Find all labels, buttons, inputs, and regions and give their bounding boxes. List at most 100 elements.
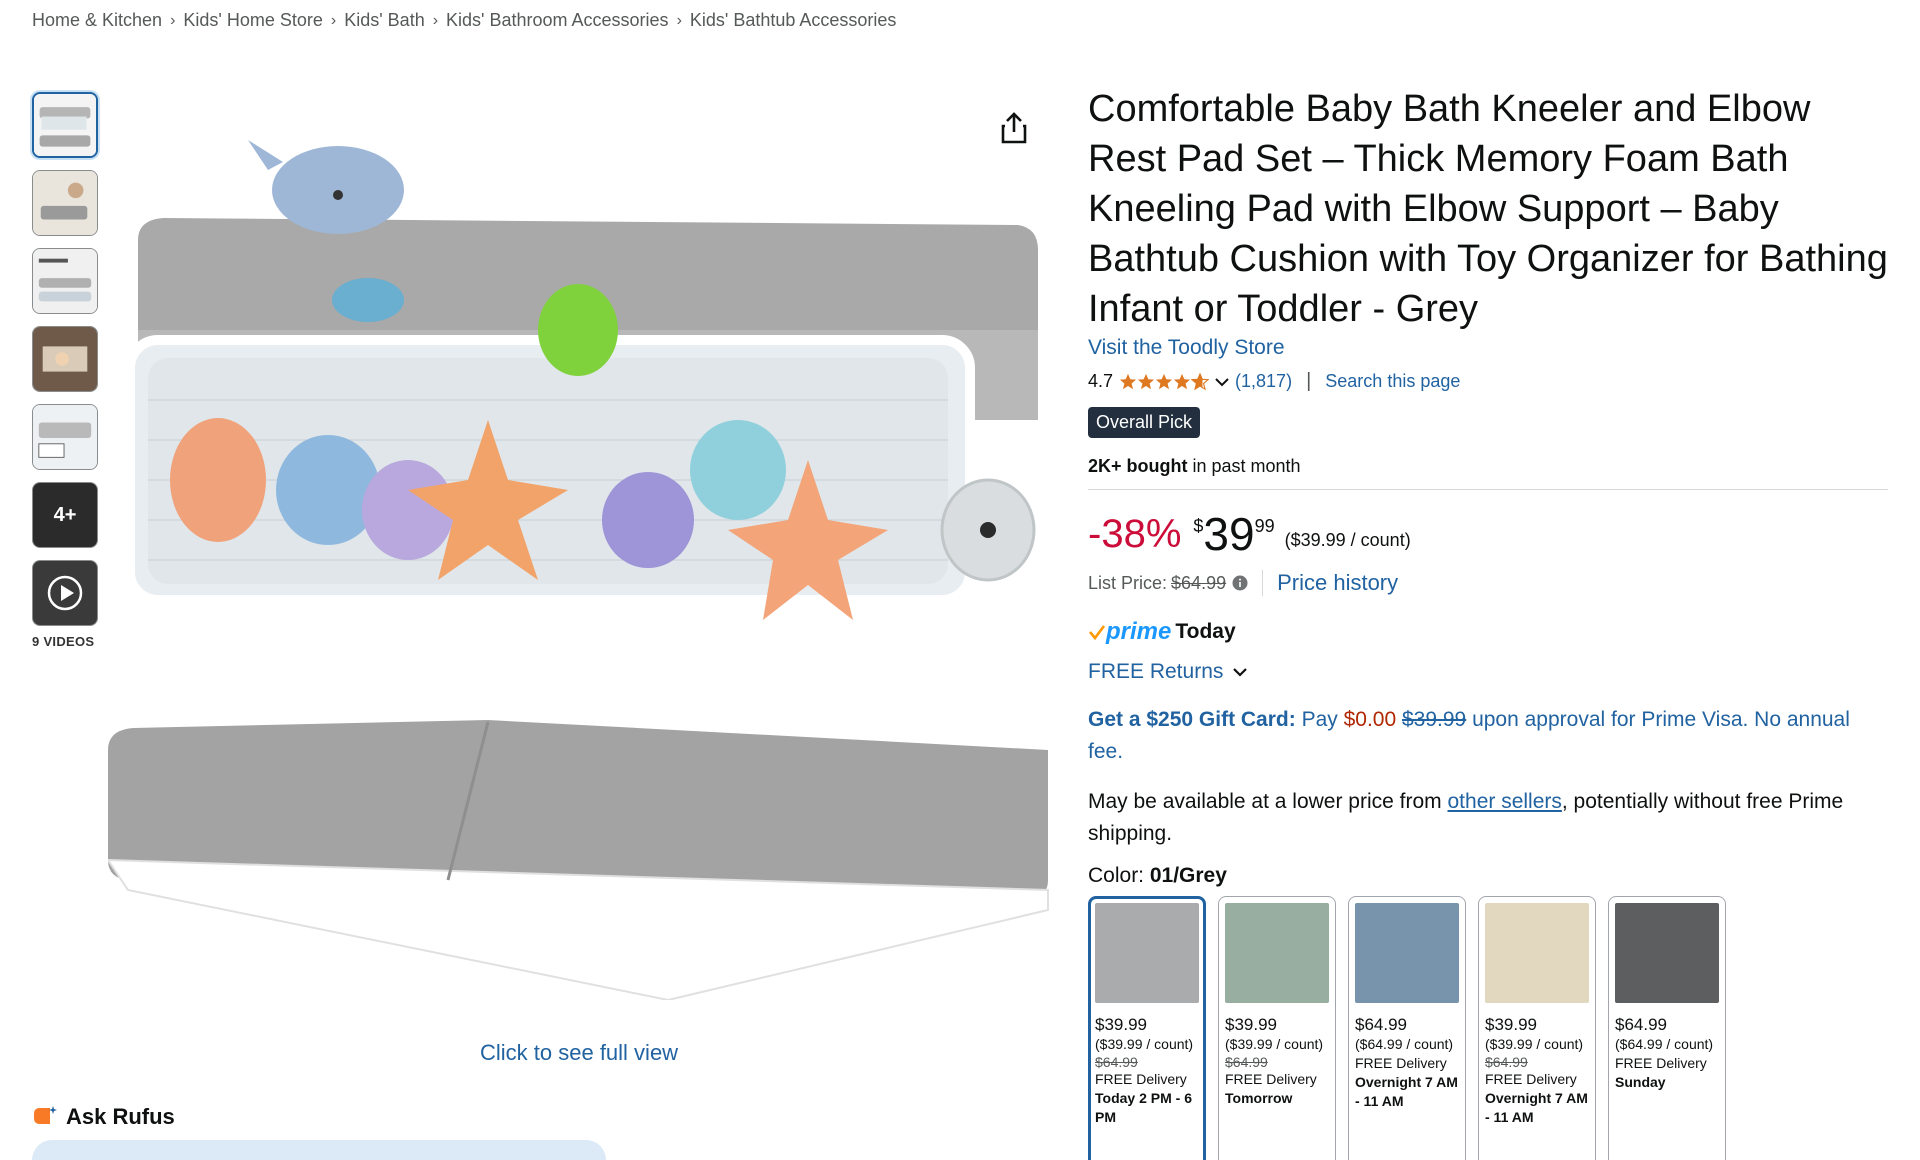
breadcrumb-kids-bath[interactable]: Kids' Bath (344, 10, 424, 31)
color-label-prefix: Color: (1088, 864, 1150, 887)
star-rating[interactable] (1119, 372, 1210, 391)
star-icon (1119, 373, 1137, 389)
price-currency: $ (1193, 516, 1204, 536)
prime-logo-text: prime (1106, 618, 1172, 645)
share-icon[interactable] (996, 110, 1032, 146)
ask-rufus-label: Ask Rufus (66, 1104, 175, 1129)
color-swatch-blue[interactable]: $64.99 ($64.99 / count) FREE Delivery Ov… (1348, 896, 1466, 1160)
free-returns-label: FREE Returns (1088, 660, 1224, 683)
gift-zero-price: $0.00 (1343, 708, 1397, 731)
swatch-delivery-date: Tomorrow (1225, 1090, 1293, 1106)
gift-card-offer[interactable]: Get a $250 Gift Card: Pay $0.00 $39.99 u… (1088, 704, 1888, 768)
videos-count-label: 9 VIDEOS (32, 634, 95, 649)
selected-color-value: 01/Grey (1149, 864, 1227, 887)
ask-rufus[interactable]: Ask Rufus (32, 1104, 175, 1130)
breadcrumb-separator: › (330, 11, 337, 29)
swatch-delivery: FREE Delivery (1095, 1071, 1187, 1087)
thumbnail-image[interactable] (32, 92, 98, 158)
chevron-down-icon (1233, 668, 1248, 677)
swatch-list-price: $64.99 (1485, 1054, 1528, 1070)
swatch-color-chip (1355, 903, 1459, 1003)
unit-price: ($39.99 / count) (1284, 530, 1411, 550)
lower-price-note: May be available at a lower price from o… (1088, 786, 1888, 850)
discount-percentage: -38% (1088, 512, 1182, 556)
swatch-delivery: FREE Delivery (1355, 1055, 1447, 1071)
breadcrumb: Home & Kitchen › Kids' Home Store › Kids… (32, 10, 896, 31)
swatch-delivery-date: Today 2 PM - 6 PM (1095, 1090, 1192, 1125)
swatch-unit-price: ($39.99 / count) (1225, 1036, 1324, 1052)
rating-row: 4.7 (1,817) | Search this page (1088, 370, 1888, 393)
divider: | (1306, 370, 1312, 392)
product-thumbnail-icon (34, 94, 96, 156)
star-icon (1173, 373, 1191, 389)
free-returns-dropdown[interactable]: FREE Returns (1088, 660, 1888, 684)
lifestyle-thumbnail-icon (33, 171, 97, 235)
thumbnail-image[interactable] (32, 326, 98, 392)
rufus-suggestion-bubble[interactable] (32, 1140, 606, 1160)
play-icon (47, 575, 83, 611)
price-fraction: 99 (1254, 516, 1275, 536)
breadcrumb-kids-bathroom-accessories[interactable]: Kids' Bathroom Accessories (446, 10, 669, 31)
swatch-list-price: $64.99 (1225, 1054, 1268, 1070)
half-star-icon (1191, 372, 1210, 390)
price-history-link[interactable]: Price history (1262, 570, 1398, 596)
color-swatch-green[interactable]: $39.99 ($39.99 / count) $64.99 FREE Deli… (1218, 896, 1336, 1160)
product-details: Comfortable Baby Bath Kneeler and Elbow … (1088, 84, 1888, 1160)
breadcrumb-kids-home-store[interactable]: Kids' Home Store (183, 10, 323, 31)
thumbnail-image[interactable] (32, 248, 98, 314)
star-icon (1137, 373, 1155, 389)
prime-delivery-row: prime Today (1088, 618, 1888, 646)
store-link[interactable]: Visit the Toodly Store (1088, 336, 1285, 360)
swatch-color-chip (1485, 903, 1589, 1003)
more-images-label: 4+ (53, 503, 77, 526)
gift-card-heading: Get a $250 Gift Card: (1088, 708, 1296, 731)
swatch-delivery: FREE Delivery (1615, 1055, 1707, 1071)
breadcrumb-separator: › (676, 11, 682, 29)
info-icon[interactable] (1232, 575, 1248, 591)
thumbnail-strip: 4+ 9 VIDEOS (32, 92, 98, 649)
thickness-thumbnail-icon (33, 405, 97, 469)
breadcrumb-home-kitchen[interactable]: Home & Kitchen (32, 10, 162, 31)
star-icon (1155, 373, 1173, 389)
full-view-link[interactable]: Click to see full view (480, 1040, 678, 1066)
swatch-delivery-date: Overnight 7 AM - 11 AM (1355, 1074, 1458, 1109)
swatch-color-chip (1095, 903, 1199, 1003)
swatch-price: $64.99 (1615, 1015, 1667, 1034)
color-swatch-beige[interactable]: $39.99 ($39.99 / count) $64.99 FREE Deli… (1478, 896, 1596, 1160)
list-price-row: List Price: $64.99 Price history (1088, 570, 1888, 596)
breadcrumb-separator: › (432, 11, 439, 29)
color-swatch-dark-grey[interactable]: $64.99 ($64.99 / count) FREE Delivery Su… (1608, 896, 1726, 1160)
list-price-value: $64.99 (1171, 572, 1227, 593)
video-thumbnail[interactable] (32, 560, 98, 626)
prime-logo: prime (1088, 618, 1171, 646)
gift-strike-price: $39.99 (1402, 708, 1467, 731)
swatch-unit-price: ($64.99 / count) (1355, 1036, 1454, 1052)
swatch-color-chip (1225, 903, 1329, 1003)
other-sellers-link[interactable]: other sellers (1448, 790, 1562, 813)
lower-price-prefix: May be available at a lower price from (1088, 790, 1448, 813)
rufus-icon (34, 1106, 57, 1124)
price-whole: 39 (1203, 508, 1255, 560)
swatch-list-price: $64.99 (1095, 1054, 1138, 1070)
bought-count: 2K+ bought (1088, 456, 1188, 476)
prime-check-icon (1089, 625, 1106, 641)
usage-thumbnail-icon (33, 327, 97, 391)
more-images-button[interactable]: 4+ (32, 482, 98, 548)
search-this-page-link[interactable]: Search this page (1325, 371, 1460, 392)
swatch-delivery: FREE Delivery (1225, 1071, 1317, 1087)
price-block: -38% $ 39 99 ($39.99 / count) (1088, 508, 1888, 560)
rating-count-link[interactable]: (1,817) (1235, 371, 1292, 392)
thumbnail-image[interactable] (32, 404, 98, 470)
swatch-price: $39.99 (1095, 1015, 1147, 1034)
swatch-delivery-date: Overnight 7 AM - 11 AM (1485, 1090, 1588, 1125)
swatch-unit-price: ($39.99 / count) (1095, 1036, 1194, 1052)
main-product-image[interactable] (108, 100, 1058, 1000)
swatch-unit-price: ($64.99 / count) (1615, 1036, 1714, 1052)
color-label: Color: 01/Grey (1088, 864, 1888, 888)
breadcrumb-separator: › (170, 11, 176, 29)
thumbnail-image[interactable] (32, 170, 98, 236)
swatch-color-chip (1615, 903, 1719, 1003)
breadcrumb-kids-bathtub-accessories[interactable]: Kids' Bathtub Accessories (690, 10, 897, 31)
chevron-down-icon[interactable] (1213, 373, 1231, 391)
color-swatch-grey[interactable]: $39.99 ($39.99 / count) $64.99 FREE Deli… (1088, 896, 1206, 1160)
